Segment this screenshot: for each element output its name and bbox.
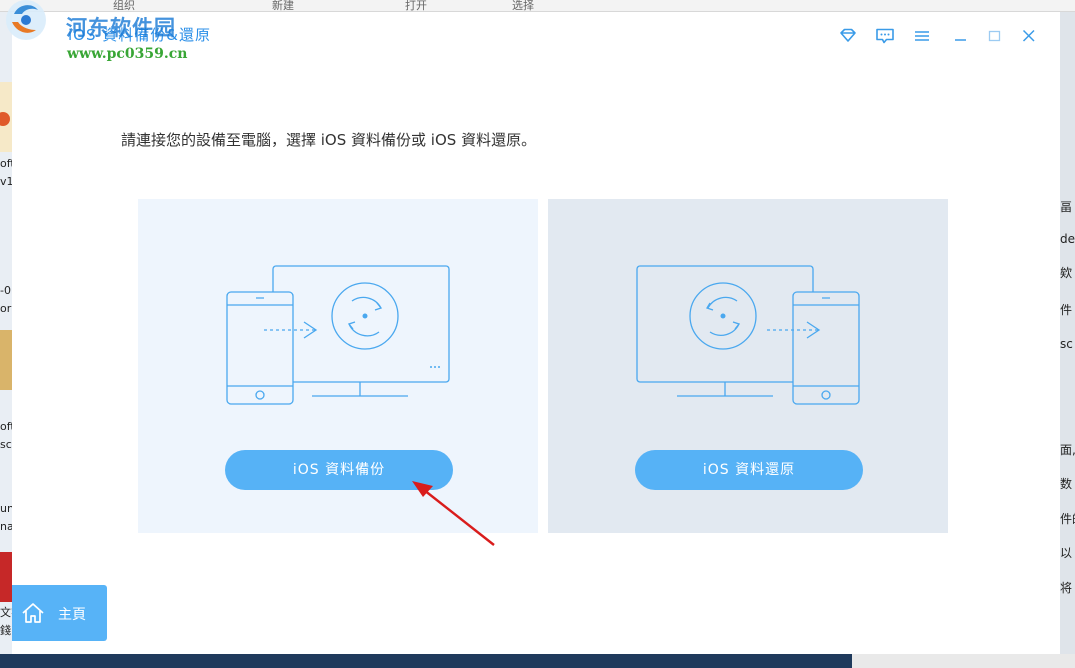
background-text: 以: [1060, 546, 1073, 560]
background-text: 欸: [1060, 266, 1073, 280]
connect-device-prompt: 請連接您的設備至電腦，選擇 iOS 資料備份或 iOS 資料還原。: [121, 131, 537, 149]
desktop-icon-label: un: [0, 502, 12, 515]
restore-illustration: [636, 265, 860, 405]
ios-restore-button[interactable]: iOS 資料還原: [635, 450, 863, 490]
home-icon: [22, 603, 44, 623]
background-text: sc: [1060, 337, 1073, 351]
watermark-site-name: 河东软件园: [66, 15, 176, 40]
background-text: 件的: [1060, 512, 1075, 526]
background-text: 将: [1060, 581, 1073, 595]
background-taskbar: [0, 654, 1075, 668]
background-explorer-ribbon: 组织 新建 打开 选择: [0, 0, 1075, 12]
desktop-icon-label: 錢: [0, 624, 11, 637]
watermark-url: www.pc0359.cn: [67, 46, 188, 62]
app-window: iOS 資料備份&還原 請連接您的設備至電腦，選擇 iOS 資料備份或 iOS …: [12, 12, 1060, 654]
background-text: 畐: [1060, 200, 1073, 214]
desktop-icon-label: 文字: [0, 606, 12, 619]
maximize-icon[interactable]: [984, 26, 1006, 46]
desktop-icon-label: na: [0, 520, 12, 533]
background-left-strip: oft v1 -0 or oft sc un na 文字 錢: [0, 12, 12, 668]
desktop-icon-label: -0: [0, 284, 11, 297]
background-text: de: [1060, 232, 1075, 246]
home-button[interactable]: 主頁: [12, 585, 107, 641]
background-window-edge: [852, 654, 1075, 668]
desktop-icon-label: or: [0, 302, 12, 315]
annotation-arrow: [412, 481, 495, 546]
background-text: 件: [1060, 303, 1073, 317]
close-icon[interactable]: [1018, 26, 1040, 46]
feedback-icon[interactable]: [874, 26, 896, 46]
background-text: 面,: [1060, 443, 1075, 457]
restore-panel[interactable]: iOS 資料還原: [548, 199, 948, 533]
desktop-red-icon: [0, 552, 12, 602]
backup-illustration: [226, 265, 450, 405]
desktop-icon-label: oft: [0, 157, 12, 170]
background-right-window: 畐 de 欸 件 sc 面, 数 件的 以 将: [1060, 12, 1075, 668]
desktop-icon-label: v1: [0, 175, 12, 188]
minimize-icon[interactable]: [950, 26, 972, 46]
watermark-logo-icon: [6, 0, 46, 40]
desktop-folder-icon: [0, 330, 12, 390]
home-label: 主頁: [58, 607, 86, 623]
desktop-icon-label: oft: [0, 420, 12, 433]
diamond-icon[interactable]: [837, 26, 859, 46]
desktop-icon-label: sc: [0, 438, 12, 451]
menu-icon[interactable]: [911, 26, 933, 46]
background-text: 数: [1060, 477, 1073, 491]
